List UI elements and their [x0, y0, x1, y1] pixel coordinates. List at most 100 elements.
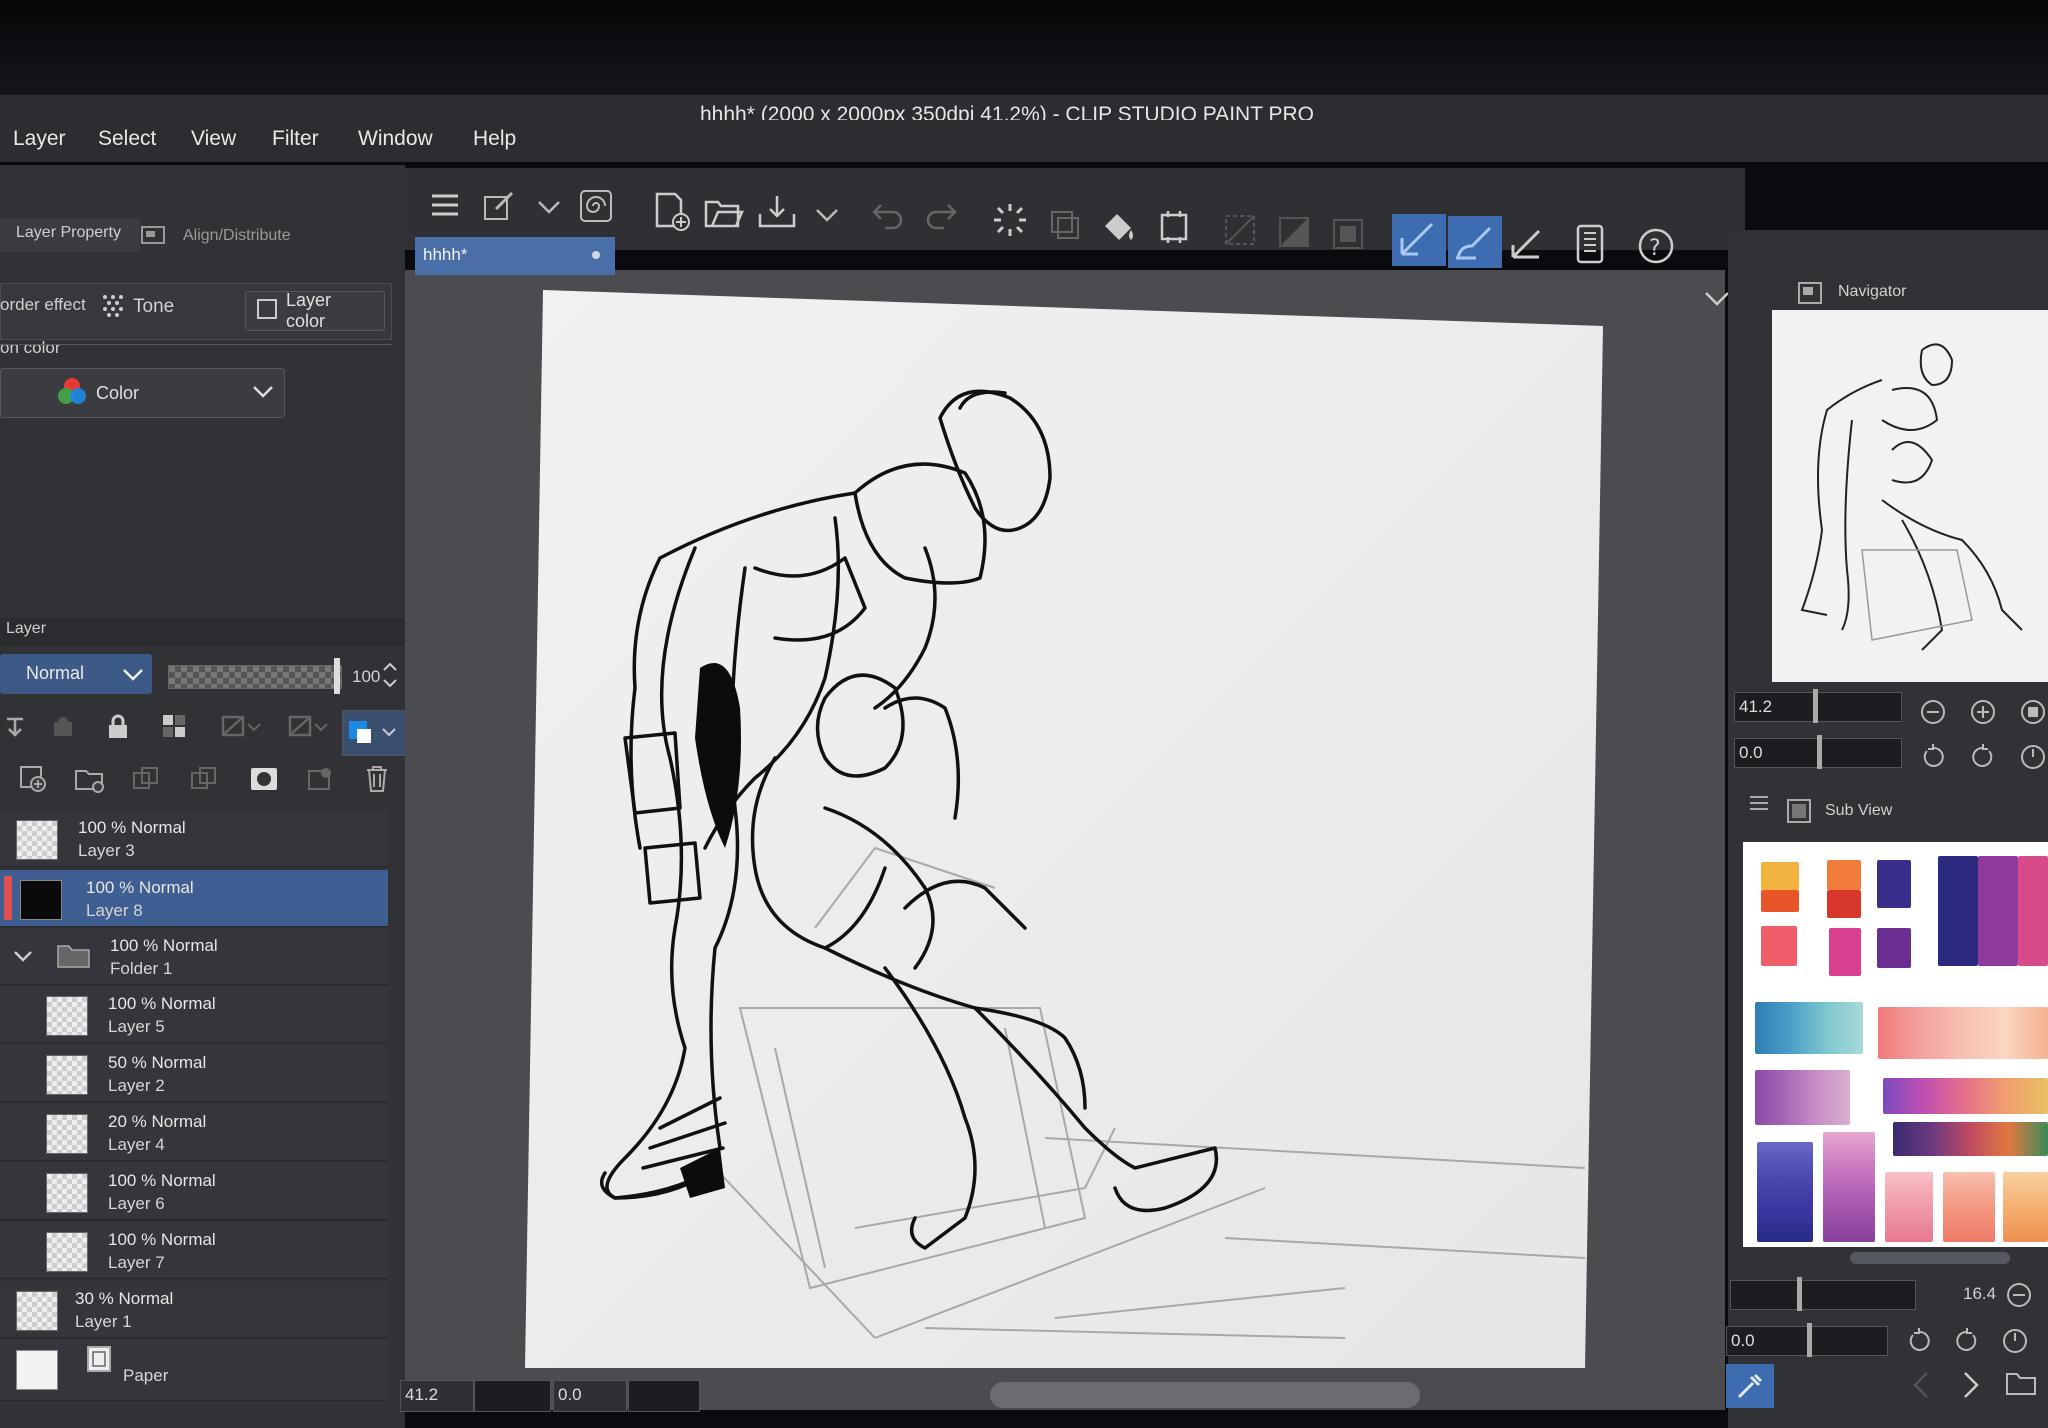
chevron-down-icon[interactable]: [534, 192, 564, 222]
layer-row[interactable]: 50 % Normal Layer 2: [0, 1045, 388, 1102]
subview-zoom-slider[interactable]: [1730, 1277, 1916, 1311]
horizontal-scrollbar[interactable]: [990, 1382, 1420, 1408]
slider-handle[interactable]: [1817, 735, 1822, 769]
layer-row[interactable]: 100 % Normal Layer 6: [0, 1163, 388, 1220]
open-folder-icon[interactable]: [704, 192, 744, 232]
menu-view[interactable]: View: [191, 127, 236, 151]
slider-handle[interactable]: [1807, 1323, 1812, 1357]
merge-layer-icon[interactable]: [189, 764, 219, 794]
subview-scrollbar[interactable]: [1850, 1252, 2010, 1264]
next-icon[interactable]: [1956, 1370, 1986, 1400]
layer-row-selected[interactable]: 100 % Normal Layer 8: [0, 870, 388, 927]
opacity-value[interactable]: 100: [352, 667, 380, 687]
rotate-right-icon[interactable]: [1952, 1326, 1982, 1356]
reset-rotation-icon[interactable]: [2000, 1326, 2030, 1356]
invert-selection-icon[interactable]: [1276, 214, 1312, 250]
new-folder-icon[interactable]: [74, 764, 104, 794]
layer-row[interactable]: 100 % Normal Layer 5: [0, 986, 388, 1043]
layer-row[interactable]: 100 % Normal Layer 3: [0, 810, 388, 867]
layer-row[interactable]: 30 % Normal Layer 1: [0, 1281, 388, 1338]
folder-icon: [56, 940, 92, 970]
drawing-canvas[interactable]: [525, 288, 1603, 1368]
layer-color-toggle[interactable]: [342, 710, 406, 756]
zoom-field[interactable]: 41.2: [400, 1380, 474, 1412]
eyedropper-button[interactable]: [1726, 1364, 1774, 1408]
chevron-down-icon[interactable]: [8, 942, 38, 972]
rotate-right-icon[interactable]: [1968, 742, 1998, 772]
chevron-down-icon[interactable]: [812, 200, 842, 230]
redo-icon[interactable]: [923, 198, 959, 234]
ruler-link-icon[interactable]: [285, 712, 335, 742]
layer-color-button[interactable]: Layer color: [245, 290, 385, 331]
tab-align-distribute[interactable]: Align/Distribute: [183, 227, 291, 245]
import-image-icon[interactable]: [2004, 1368, 2040, 1398]
menu-icon[interactable]: [428, 188, 462, 222]
trim-icon[interactable]: [1046, 206, 1082, 242]
zoom-out-icon[interactable]: [1918, 697, 1948, 727]
help-icon[interactable]: ?: [1636, 226, 1678, 268]
layer-row[interactable]: 20 % Normal Layer 4: [0, 1104, 388, 1161]
device-icon[interactable]: [1570, 222, 1610, 266]
clip-icon[interactable]: [0, 712, 30, 742]
previous-icon[interactable]: [1906, 1370, 1936, 1400]
opacity-slider[interactable]: [168, 665, 342, 689]
paper-layer-row[interactable]: Paper: [0, 1340, 388, 1401]
lock-icon[interactable]: [103, 712, 133, 742]
delete-layer-icon[interactable]: [362, 764, 392, 794]
layer-row[interactable]: 100 % Normal Layer 7: [0, 1222, 388, 1279]
ruler-icon[interactable]: [1508, 222, 1548, 262]
expression-color-select[interactable]: Color: [0, 368, 285, 418]
navigator-preview[interactable]: [1772, 310, 2048, 682]
reset-rotation-icon[interactable]: [2018, 742, 2048, 772]
tone-label[interactable]: Tone: [133, 296, 174, 318]
save-icon[interactable]: [758, 192, 798, 232]
expression-color-label: on color: [0, 338, 61, 357]
rotate-left-icon[interactable]: [1918, 742, 1948, 772]
new-raster-layer-icon[interactable]: [18, 764, 48, 794]
stepper-icon[interactable]: [380, 660, 400, 690]
subview-palette-image[interactable]: [1743, 842, 2048, 1247]
panel-menu-icon[interactable]: [1744, 788, 1774, 818]
undo-icon[interactable]: [870, 198, 906, 234]
menu-help[interactable]: Help: [473, 127, 516, 151]
folder-row[interactable]: 100 % Normal Folder 1: [0, 928, 388, 985]
slider-handle[interactable]: [1797, 1277, 1802, 1311]
canvas-icon[interactable]: [481, 188, 517, 224]
fit-screen-icon[interactable]: [2018, 697, 2048, 727]
lock-transparent-icon[interactable]: [160, 712, 190, 742]
zoom-out-icon[interactable]: [2004, 1280, 2034, 1310]
menu-window[interactable]: Window: [358, 127, 433, 151]
navigator-zoom-value: 41.2: [1739, 697, 1773, 716]
pen-tool-active[interactable]: [1392, 214, 1446, 266]
selection-border-icon[interactable]: [1330, 216, 1366, 252]
menu-filter[interactable]: Filter: [272, 127, 319, 151]
zoom-in-icon[interactable]: [1968, 697, 1998, 727]
document-tab[interactable]: hhhh*: [415, 237, 615, 275]
border-effect-label[interactable]: order effect: [0, 295, 86, 315]
subview-rotation-slider[interactable]: 0.0: [1726, 1323, 1888, 1357]
loading-icon[interactable]: [992, 202, 1028, 238]
reference-icon[interactable]: [48, 712, 78, 742]
layer-mask-icon[interactable]: [249, 764, 279, 794]
rotate-left-icon[interactable]: [1904, 1326, 1934, 1356]
angle-slider[interactable]: [628, 1380, 700, 1412]
brush-tool-active[interactable]: [1448, 216, 1502, 268]
copy-layer-icon[interactable]: [131, 764, 161, 794]
slider-handle[interactable]: [1813, 689, 1818, 723]
menu-select[interactable]: Select: [98, 127, 156, 151]
zoom-slider[interactable]: [474, 1380, 551, 1412]
blend-mode-select[interactable]: Normal: [0, 654, 152, 694]
opacity-slider-handle[interactable]: [334, 658, 340, 694]
navigator-rotation-slider[interactable]: 0.0: [1734, 735, 1902, 769]
navigator-zoom-slider[interactable]: 41.2: [1734, 689, 1902, 723]
mask-apply-icon[interactable]: [306, 764, 336, 794]
new-file-icon[interactable]: [652, 192, 692, 232]
tab-layer-property[interactable]: Layer Property: [16, 224, 121, 242]
spiral-icon[interactable]: [578, 188, 614, 224]
menu-layer[interactable]: Layer: [13, 127, 66, 151]
transform-icon[interactable]: [1155, 208, 1193, 246]
angle-field[interactable]: 0.0: [553, 1380, 627, 1412]
mask-icon[interactable]: [218, 712, 268, 742]
deselect-icon[interactable]: [1222, 212, 1258, 248]
fill-icon[interactable]: [1100, 208, 1138, 246]
